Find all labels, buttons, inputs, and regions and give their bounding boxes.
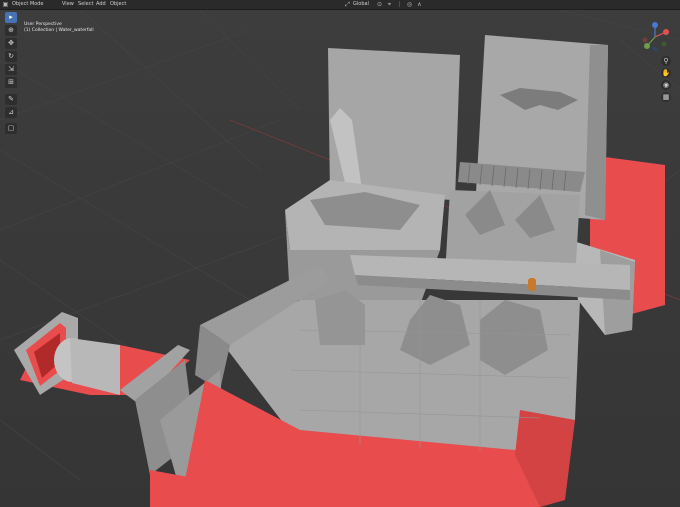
move-tool[interactable]: ✥ (5, 38, 17, 49)
transform-orientation-icon: ⤢ (345, 1, 350, 8)
viewport-header: ▣ Object Mode View Select Add Object ⤢ G… (0, 0, 680, 10)
orientation-dropdown[interactable]: Global (353, 1, 369, 8)
pan-hand-icon[interactable]: ✋ (661, 68, 671, 78)
add-cube-tool[interactable]: ▢ (5, 123, 17, 134)
collection-path-label: (1) Collection | Water_waterfall (24, 28, 94, 33)
grid-view-icon[interactable]: ▦ (661, 92, 671, 102)
scale-tool[interactable]: ⇲ (5, 64, 17, 75)
zoom-icon[interactable]: ⚲ (661, 56, 671, 66)
snap-icon[interactable]: ⌖ (386, 1, 393, 8)
measure-tool[interactable]: ⊿ (5, 107, 17, 118)
menu-select[interactable]: Select (78, 1, 93, 8)
cursor-tool[interactable]: ⊕ (5, 25, 17, 36)
select-box-tool[interactable]: ▸ (5, 12, 17, 23)
navigation-gizmo[interactable] (638, 20, 672, 54)
scene-canvas (0, 10, 680, 507)
pivot-icon[interactable]: ⊙ (376, 1, 383, 8)
view-name-label: User Perspective (24, 22, 62, 27)
snap-settings-icon[interactable]: ⋮ (396, 1, 403, 8)
orange-marker (528, 278, 536, 291)
menu-view[interactable]: View (62, 1, 74, 8)
blender-window: ▣ Object Mode View Select Add Object ⤢ G… (0, 0, 680, 507)
3d-viewport[interactable]: User Perspective (1) Collection | Water_… (0, 10, 680, 507)
menu-add[interactable]: Add (96, 1, 106, 8)
x-axis-icon[interactable] (663, 29, 669, 35)
z-axis-icon[interactable] (652, 22, 658, 28)
camera-icon[interactable]: ◉ (661, 80, 671, 90)
object-mode-dropdown[interactable]: Object Mode (12, 1, 44, 8)
editor-type-icon[interactable]: ▣ (2, 1, 9, 8)
rotate-tool[interactable]: ↻ (5, 51, 17, 62)
falloff-icon[interactable]: ∧ (416, 1, 423, 8)
y-axis-icon[interactable] (644, 43, 650, 49)
annotate-tool[interactable]: ✎ (5, 94, 17, 105)
proportional-edit-icon[interactable]: ◎ (406, 1, 413, 8)
menu-object[interactable]: Object (110, 1, 126, 8)
transform-tool[interactable]: ⊞ (5, 77, 17, 88)
